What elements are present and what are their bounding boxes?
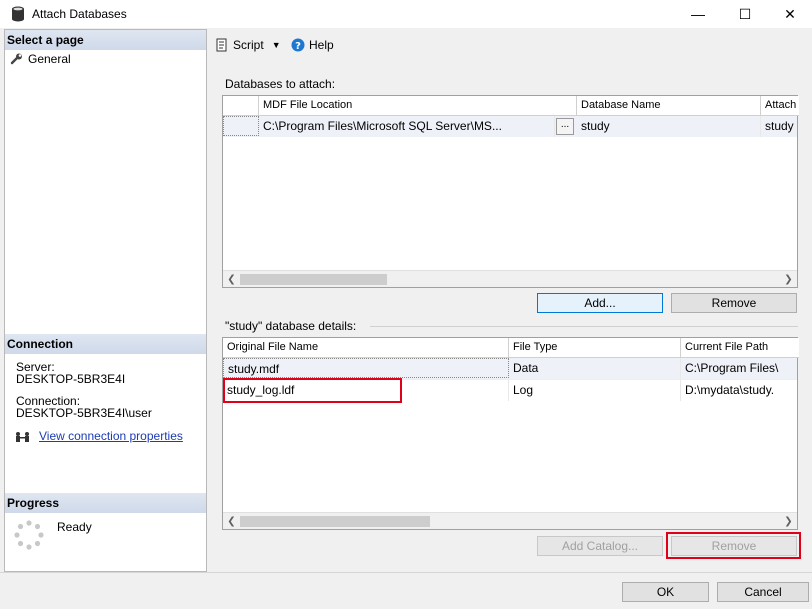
database-icon [12, 6, 24, 22]
maximize-button[interactable]: ☐ [722, 2, 768, 26]
attach-as-cell[interactable]: study [761, 116, 797, 137]
progress-status: Ready [57, 520, 92, 534]
original-file-cell[interactable]: study.mdf [223, 358, 509, 378]
dialog-footer: OK Cancel [0, 572, 812, 609]
scroll-thumb[interactable] [240, 516, 430, 527]
help-label: Help [309, 38, 334, 52]
help-icon: ? [291, 38, 305, 52]
chevron-down-icon: ▼ [271, 40, 281, 50]
attach-grid: MDF File Location Database Name Attach C… [222, 95, 799, 288]
grid-header-db-name[interactable]: Database Name [577, 96, 761, 116]
close-icon: ✕ [784, 5, 796, 22]
script-label: Script [233, 38, 264, 52]
left-pane: Select a page General Connection Server:… [4, 29, 207, 572]
current-path-cell[interactable]: D:\mydata\study. [681, 380, 797, 401]
group-divider [370, 326, 798, 327]
connection-header: Connection [5, 334, 206, 354]
ok-button[interactable]: OK [622, 582, 709, 602]
database-details-label: "study" database details: [225, 319, 357, 333]
connection-icon [16, 432, 29, 442]
mdf-location-cell[interactable]: C:\Program Files\Microsoft SQL Server\MS… [259, 116, 555, 137]
script-button[interactable]: Script ▼ [215, 38, 281, 52]
file-type-cell[interactable]: Data [509, 358, 681, 379]
progress-spinner-icon [14, 520, 44, 550]
current-path-cell[interactable]: C:\Program Files\ [681, 358, 797, 379]
table-row[interactable]: C:\Program Files\Microsoft SQL Server\MS… [223, 116, 797, 137]
table-row[interactable]: study.mdf Data C:\Program Files\ [223, 358, 797, 379]
scroll-thumb[interactable] [240, 274, 387, 285]
wrench-icon [10, 53, 22, 65]
script-icon [216, 38, 227, 52]
browse-button[interactable]: ... [556, 118, 574, 135]
grid-header-blank [223, 96, 259, 116]
databases-to-attach-label: Databases to attach: [225, 77, 336, 91]
scroll-right-icon[interactable]: ❯ [780, 271, 797, 288]
minimize-button[interactable]: — [675, 2, 721, 26]
page-item-general[interactable]: General [10, 52, 71, 66]
close-button[interactable]: ✕ [767, 2, 812, 26]
server-value: DESKTOP-5BR3E4I [16, 372, 126, 386]
help-button[interactable]: ? Help [291, 38, 334, 52]
svg-text:?: ? [295, 41, 301, 52]
minimize-icon: — [691, 6, 705, 22]
attach-horizontal-scrollbar[interactable]: ❮ ❯ [223, 270, 797, 287]
cancel-button[interactable]: Cancel [717, 582, 809, 602]
window-title: Attach Databases [32, 7, 127, 21]
select-page-header: Select a page [5, 30, 206, 50]
right-pane: Script ▼ ? Help Databases to attach: MDF… [208, 29, 812, 572]
maximize-icon: ☐ [738, 5, 752, 22]
title-bar: Attach Databases — ☐ ✕ [0, 0, 812, 28]
view-connection-properties-link[interactable]: View connection properties [39, 429, 183, 443]
grid-header-mdf[interactable]: MDF File Location [259, 96, 577, 116]
page-item-label: General [28, 52, 71, 66]
remove-file-highlight [666, 532, 801, 559]
remove-database-button[interactable]: Remove [671, 293, 797, 313]
file-type-cell[interactable]: Log [509, 380, 681, 401]
add-button[interactable]: Add... [537, 293, 663, 313]
details-grid: Original File Name File Type Current Fil… [222, 337, 799, 530]
grid-header-current-path[interactable]: Current File Path [681, 338, 799, 358]
grid-header-original-file[interactable]: Original File Name [223, 338, 509, 358]
add-catalog-button[interactable]: Add Catalog... [537, 536, 663, 556]
log-file-highlight [223, 378, 402, 403]
progress-header: Progress [5, 493, 206, 513]
scroll-left-icon[interactable]: ❮ [223, 513, 240, 530]
scroll-left-icon[interactable]: ❮ [223, 271, 240, 288]
row-selector[interactable] [223, 116, 259, 136]
scroll-right-icon[interactable]: ❯ [780, 513, 797, 530]
grid-header-attach[interactable]: Attach [761, 96, 799, 116]
details-horizontal-scrollbar[interactable]: ❮ ❯ [223, 512, 797, 529]
connection-value: DESKTOP-5BR3E4I\user [16, 406, 152, 420]
grid-header-file-type[interactable]: File Type [509, 338, 681, 358]
db-name-cell[interactable]: study [577, 116, 761, 137]
